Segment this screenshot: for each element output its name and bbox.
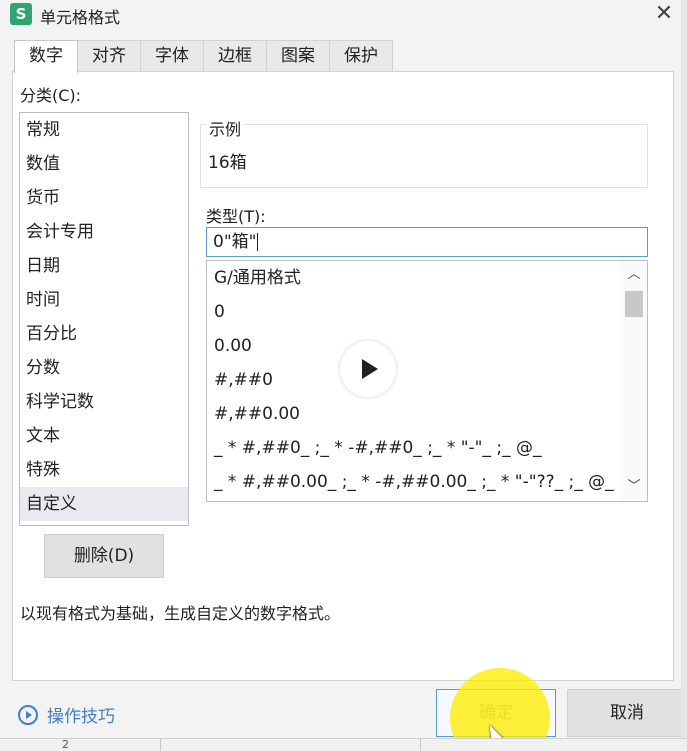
category-list[interactable]: 常规 数值 货币 会计专用 日期 时间 百分比 分数 科学记数 文本 特殊 自定… <box>19 112 189 526</box>
format-list[interactable]: G/通用格式 0 0.00 #,##0 #,##0.00 _ * #,##0_ … <box>206 260 648 502</box>
format-item[interactable]: 0.00 <box>207 329 617 363</box>
sheet-background-right <box>681 0 687 751</box>
format-item[interactable]: 0 <box>207 295 617 329</box>
category-item[interactable]: 会计专用 <box>20 215 188 249</box>
play-icon[interactable] <box>340 341 396 397</box>
category-item[interactable]: 科学记数 <box>20 385 188 419</box>
sheet-background-bottom <box>0 738 687 751</box>
category-item-selected[interactable]: 自定义 <box>20 487 188 521</box>
format-item[interactable]: _ * #,##0_ ;_ * -#,##0_ ;_ * "-"_ ;_ @_ <box>207 431 617 465</box>
tips-label: 操作技巧 <box>47 707 115 727</box>
cancel-button[interactable]: 取消 <box>567 689 687 737</box>
dialog-title: 单元格格式 <box>40 8 121 27</box>
sample-box <box>200 124 648 188</box>
type-input[interactable]: 0"箱" <box>206 227 648 257</box>
scroll-thumb[interactable] <box>625 291 643 317</box>
sample-value: 16箱 <box>208 153 247 173</box>
tips-link[interactable]: 操作技巧 <box>18 702 115 727</box>
chevron-down-icon[interactable]: ﹀ <box>624 479 644 495</box>
tab-alignment[interactable]: 对齐 <box>77 40 141 72</box>
category-item[interactable]: 文本 <box>20 419 188 453</box>
format-item[interactable]: #,##0.00 <box>207 397 617 431</box>
play-triangle <box>362 359 378 379</box>
sheet-row-number: 2 <box>62 738 69 751</box>
delete-button[interactable]: 删除(D) <box>44 534 164 578</box>
sample-legend: 示例 <box>206 116 245 140</box>
category-item[interactable]: 分数 <box>20 351 188 385</box>
category-label: 分类(C): <box>20 86 82 105</box>
format-item[interactable]: _ * #,##0.00_ ;_ * -#,##0.00_ ;_ * "-"??… <box>207 465 617 499</box>
tab-number[interactable]: 数字 <box>14 40 78 73</box>
tab-pattern[interactable]: 图案 <box>266 40 330 72</box>
tab-protection[interactable]: 保护 <box>329 40 393 72</box>
close-icon[interactable]: ✕ <box>649 0 679 30</box>
app-icon: S <box>10 3 32 25</box>
category-item[interactable]: 货币 <box>20 181 188 215</box>
category-item[interactable]: 日期 <box>20 249 188 283</box>
format-item[interactable]: #,##0 <box>207 363 617 397</box>
tab-font[interactable]: 字体 <box>140 40 204 72</box>
text-caret <box>257 233 259 251</box>
format-item[interactable]: G/通用格式 <box>207 261 617 295</box>
sheet-gridline <box>160 738 161 751</box>
category-item[interactable]: 常规 <box>20 113 188 147</box>
chevron-up-icon[interactable]: ︿ <box>624 267 644 283</box>
description-text: 以现有格式为基础，生成自定义的数字格式。 <box>20 604 341 623</box>
type-label: 类型(T): <box>206 207 266 226</box>
title-bar: S 单元格格式 ✕ <box>0 0 687 30</box>
type-input-value: 0"箱" <box>213 232 257 252</box>
category-item[interactable]: 特殊 <box>20 453 188 487</box>
category-item[interactable]: 数值 <box>20 147 188 181</box>
category-item[interactable]: 时间 <box>20 283 188 317</box>
tab-border[interactable]: 边框 <box>203 40 267 72</box>
play-circle-icon <box>18 704 38 725</box>
category-item[interactable]: 百分比 <box>20 317 188 351</box>
format-list-scrollbar[interactable]: ︿ ﹀ <box>621 261 647 501</box>
tab-bar: 数字 对齐 字体 边框 图案 保护 <box>14 40 393 73</box>
sheet-gridline <box>420 738 421 751</box>
format-cells-dialog: S 单元格格式 ✕ 数字 对齐 字体 边框 图案 保护 分类(C): 常规 数值… <box>0 0 687 751</box>
